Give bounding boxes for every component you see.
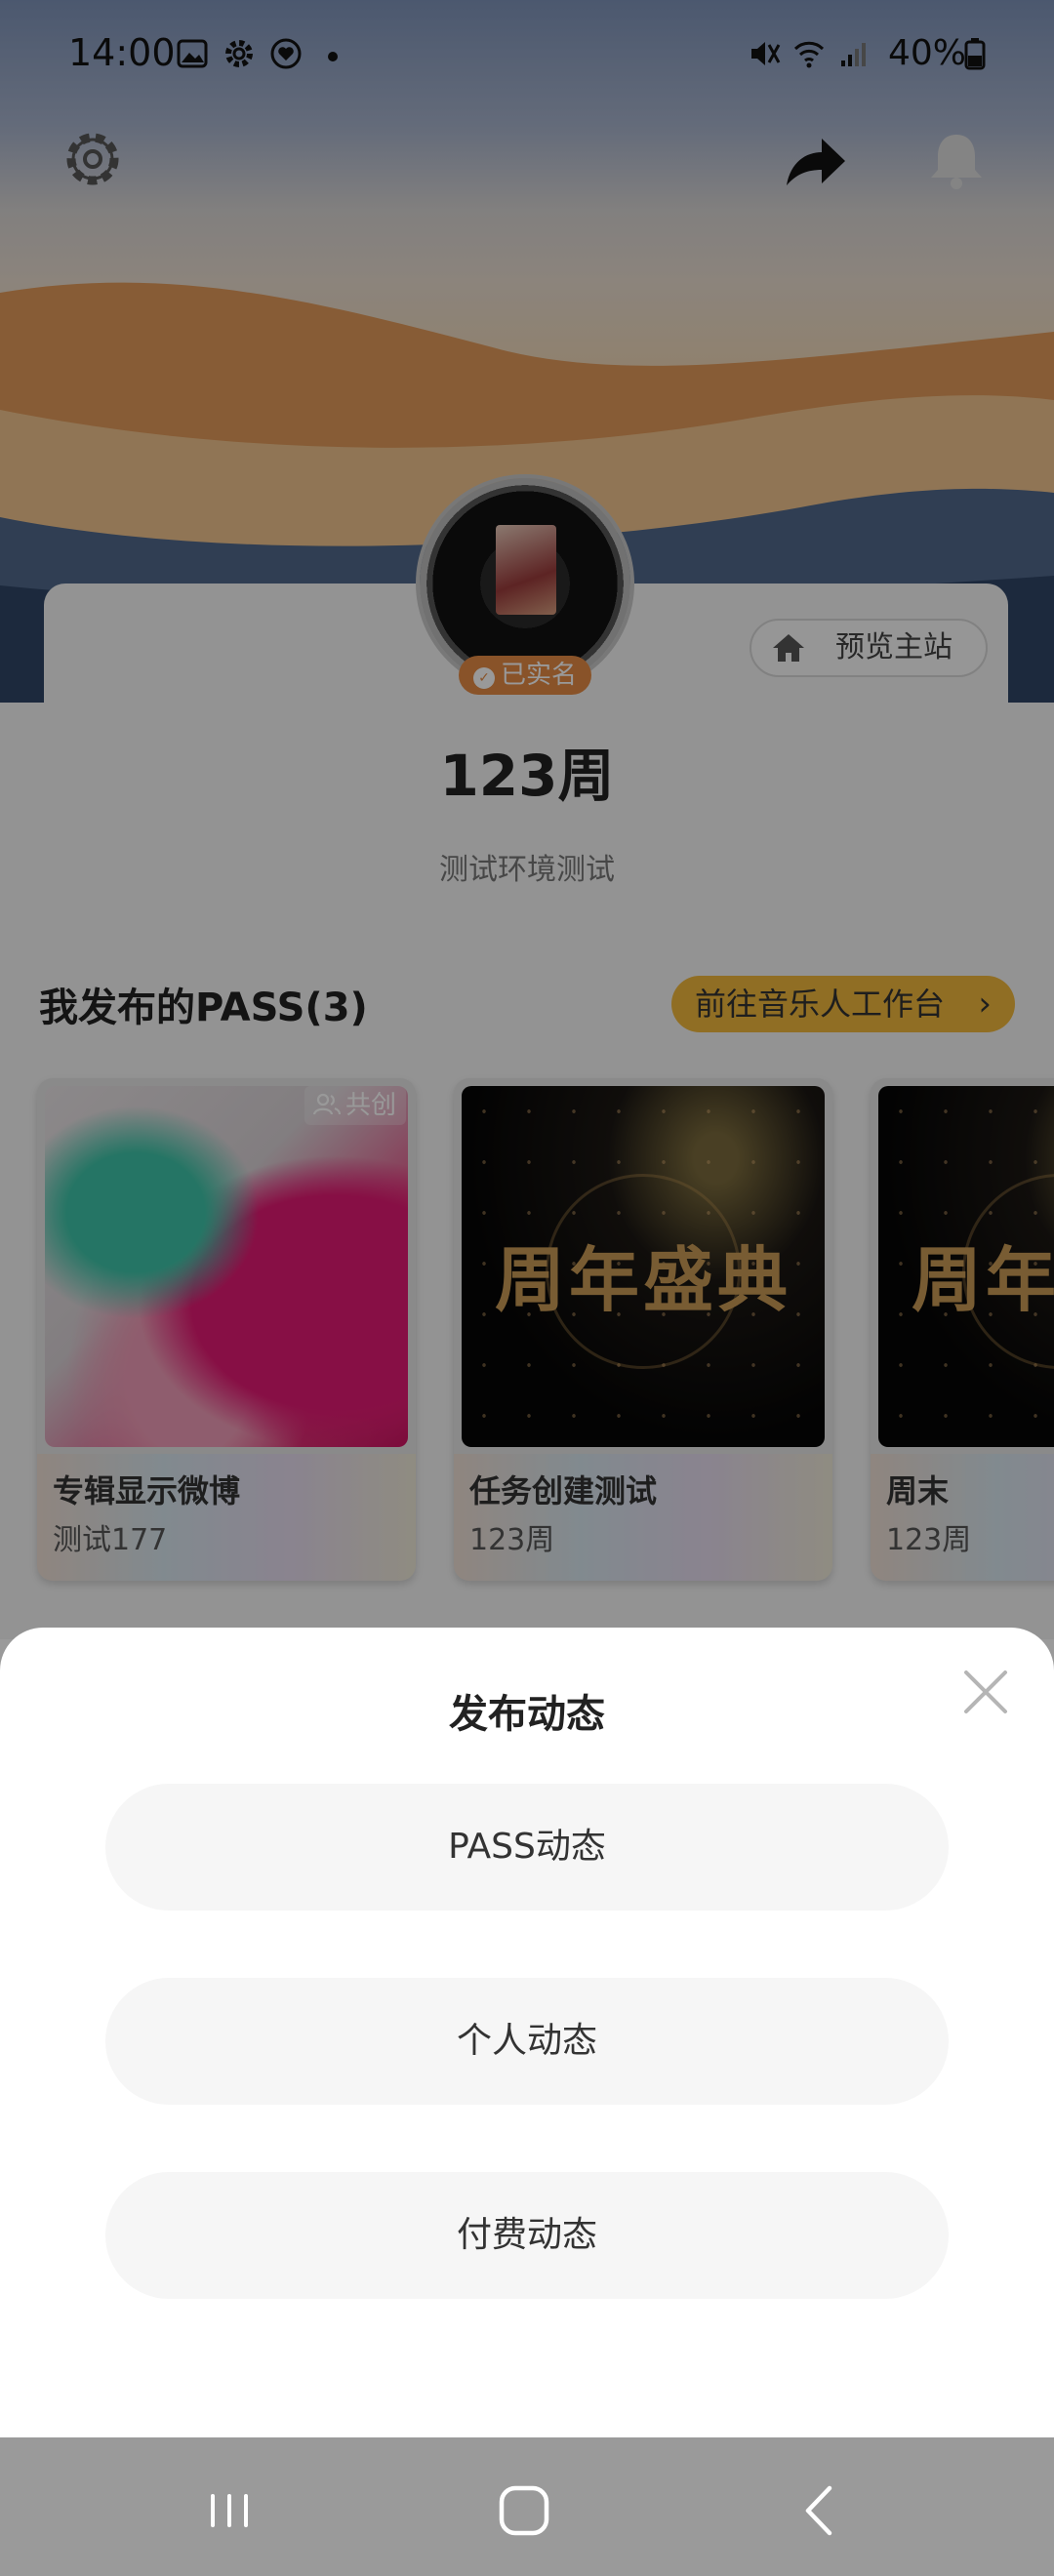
- publish-sheet: 发布动态 PASS动态 个人动态 付费动态: [0, 1628, 1054, 2437]
- sheet-title: 发布动态: [449, 1692, 605, 1737]
- personal-post-option-button[interactable]: 个人动态: [105, 1978, 949, 2105]
- home-nav-icon[interactable]: [490, 2476, 558, 2545]
- pass-post-option-button[interactable]: PASS动态: [105, 1784, 949, 1911]
- modal-backdrop[interactable]: [0, 0, 1054, 1639]
- back-icon[interactable]: [787, 2476, 855, 2545]
- close-icon[interactable]: [956, 1663, 1015, 1721]
- system-nav-bar: [0, 2437, 1054, 2576]
- profile-page: 14:00 40% ✓ 已实名 预览主站 123周 测试环境测试 我发布的PASS…: [0, 0, 1054, 1639]
- recent-apps-icon[interactable]: [195, 2476, 264, 2545]
- paid-post-option-button[interactable]: 付费动态: [105, 2172, 949, 2299]
